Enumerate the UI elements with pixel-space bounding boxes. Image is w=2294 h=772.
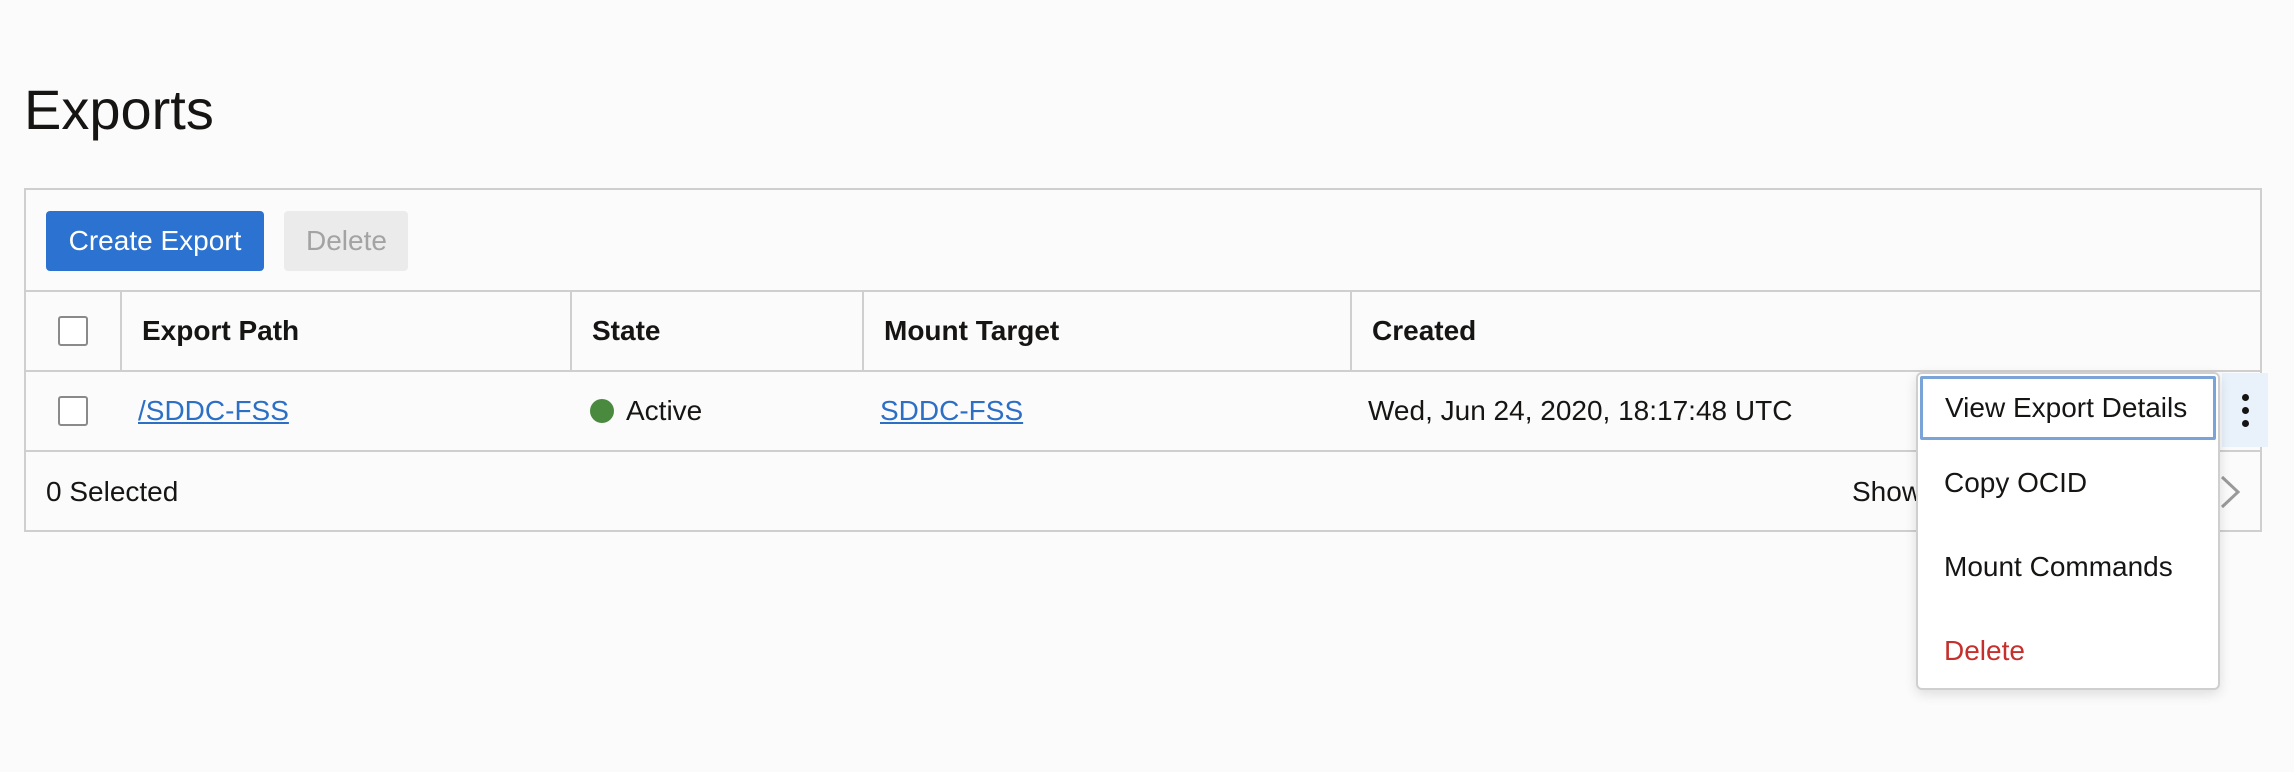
- created-cell: Wed, Jun 24, 2020, 18:17:48 UTC: [1368, 395, 1793, 426]
- vertical-ellipsis-icon[interactable]: [2222, 373, 2268, 447]
- row-checkbox[interactable]: [58, 396, 88, 426]
- export-path-link[interactable]: /SDDC-FSS: [138, 395, 289, 427]
- menu-item-delete[interactable]: Delete: [1918, 618, 2218, 684]
- column-header-state[interactable]: State: [570, 292, 862, 370]
- delete-button: Delete: [284, 211, 408, 271]
- row-select-cell: [26, 372, 120, 450]
- row-actions-menu: View Export Details Copy OCID Mount Comm…: [1916, 372, 2220, 690]
- showing-label: Show: [1852, 476, 1923, 507]
- select-all-cell: [26, 292, 120, 370]
- mount-target-cell: SDDC-FSS: [862, 372, 1350, 450]
- column-header-created[interactable]: Created: [1350, 292, 2260, 370]
- mount-target-link[interactable]: SDDC-FSS: [880, 395, 1023, 427]
- column-header-mount-target[interactable]: Mount Target: [862, 292, 1350, 370]
- create-export-button[interactable]: Create Export: [46, 211, 264, 271]
- state-cell: Active: [570, 372, 862, 450]
- status-dot-icon: [590, 399, 614, 423]
- column-header-export-path[interactable]: Export Path: [120, 292, 570, 370]
- menu-item-copy-ocid[interactable]: Copy OCID: [1918, 450, 2218, 516]
- select-all-checkbox[interactable]: [58, 316, 88, 346]
- menu-item-view-export-details[interactable]: View Export Details: [1920, 376, 2216, 440]
- export-path-cell: /SDDC-FSS: [120, 372, 570, 450]
- menu-item-mount-commands[interactable]: Mount Commands: [1918, 534, 2218, 600]
- toolbar: Create Export Delete: [26, 190, 2260, 292]
- state-label: Active: [626, 395, 703, 426]
- table-header-row: Export Path State Mount Target Created: [26, 292, 2260, 372]
- selected-count: 0 Selected: [46, 476, 179, 507]
- page-title: Exports: [24, 78, 214, 141]
